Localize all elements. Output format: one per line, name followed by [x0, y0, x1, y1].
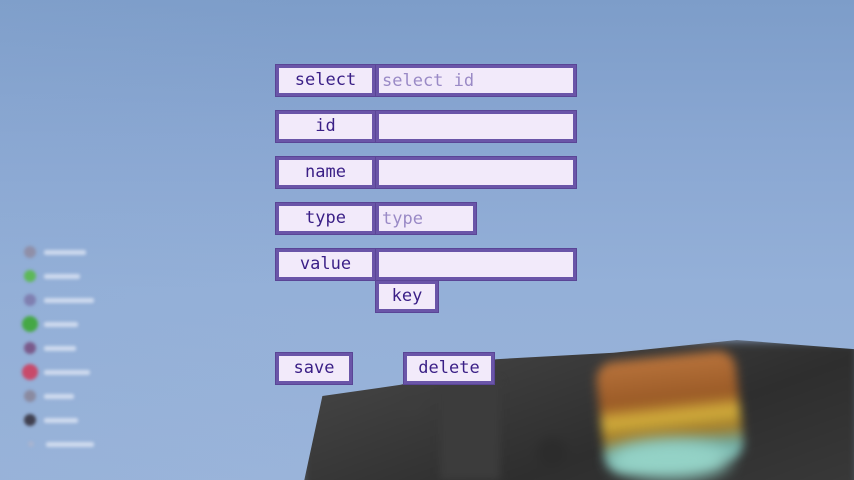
- value-field[interactable]: [375, 248, 577, 281]
- select-id-field[interactable]: [375, 64, 577, 97]
- id-label: id: [275, 110, 376, 143]
- name-input[interactable]: [382, 160, 570, 185]
- value-label: value: [275, 248, 376, 281]
- name-field[interactable]: [375, 156, 577, 189]
- type-field[interactable]: [375, 202, 477, 235]
- save-button[interactable]: save: [275, 352, 353, 385]
- key-button[interactable]: key: [375, 280, 439, 313]
- select-id-input[interactable]: [382, 68, 570, 93]
- select-button[interactable]: select: [275, 64, 376, 97]
- name-label: name: [275, 156, 376, 189]
- id-field[interactable]: [375, 110, 577, 143]
- type-label: type: [275, 202, 376, 235]
- type-input[interactable]: [382, 206, 470, 231]
- value-input[interactable]: [382, 252, 570, 277]
- edit-entry-screen: select id name type value key save delet…: [0, 0, 854, 480]
- id-input[interactable]: [382, 114, 570, 139]
- delete-button[interactable]: delete: [403, 352, 495, 385]
